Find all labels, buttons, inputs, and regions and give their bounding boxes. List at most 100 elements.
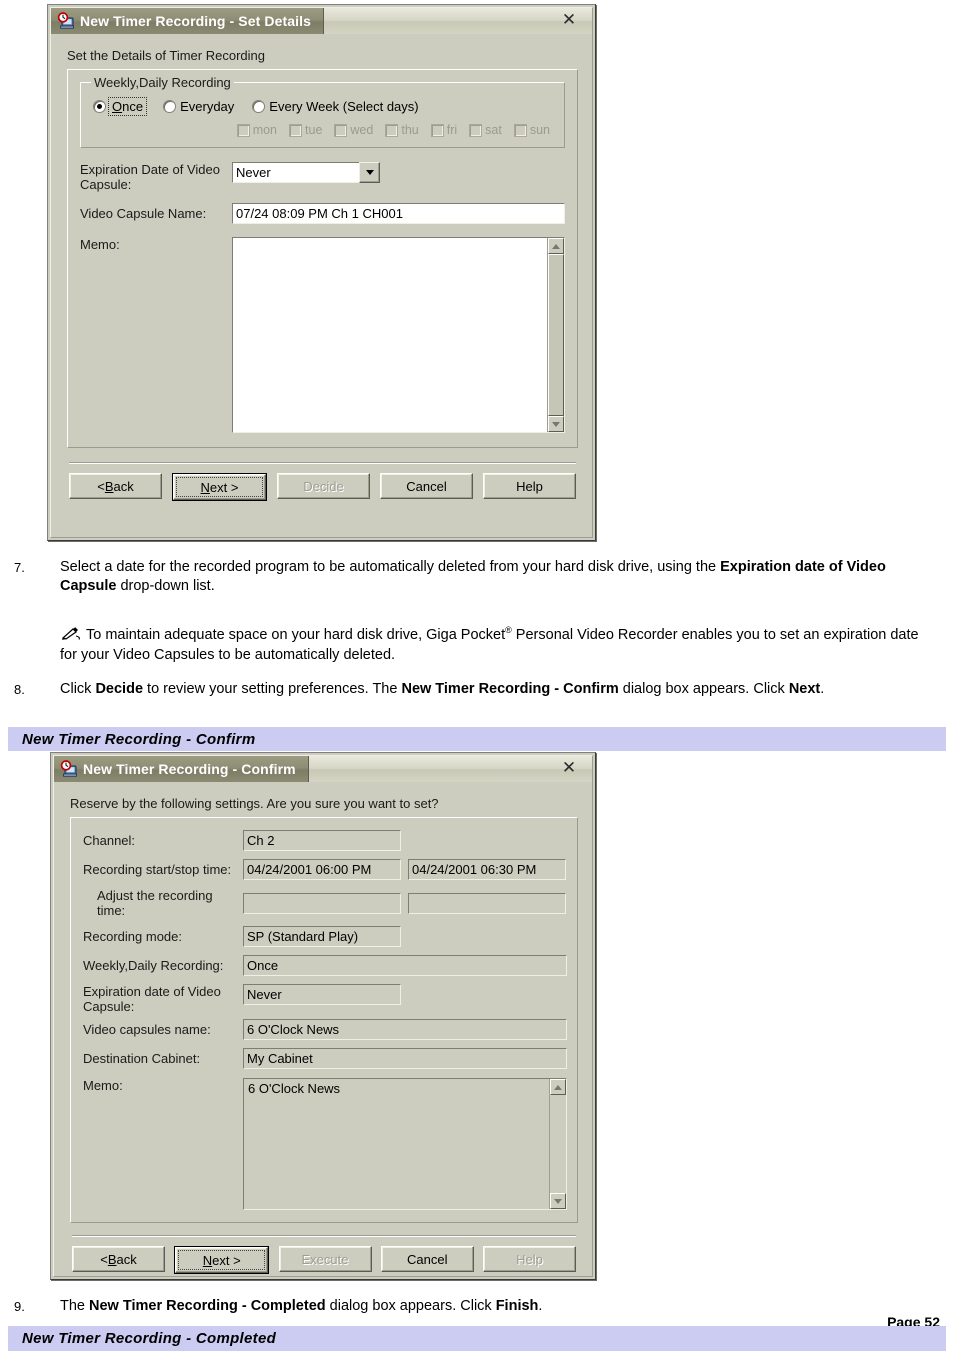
- scroll-down-icon[interactable]: [550, 1193, 566, 1209]
- note-block: To maintain adequate space on your hard …: [14, 620, 929, 665]
- next-button[interactable]: Next >: [175, 1247, 269, 1273]
- cancel-button[interactable]: Cancel: [380, 1246, 474, 1272]
- row-start-value: 04/24/2001 06:00 PM: [243, 859, 401, 880]
- row-capsules-name: Video capsules name: 6 O'Clock News: [83, 1019, 567, 1040]
- radio-every-week-label[interactable]: Every Week (Select days): [269, 99, 418, 114]
- dialog-confirm[interactable]: New Timer Recording - Confirm ✕ Reserve …: [50, 752, 596, 1280]
- step-8: 8. Click Decide to review your setting p…: [14, 680, 914, 699]
- timer-recorder-icon: [60, 760, 78, 778]
- next-button[interactable]: Next >: [173, 474, 266, 500]
- step-7-text: Select a date for the recorded program t…: [60, 559, 886, 594]
- section-bar-completed-label: New Timer Recording - Completed: [22, 1330, 277, 1347]
- memo-scrollbar[interactable]: [547, 238, 564, 432]
- titlebar-filler: [324, 8, 592, 34]
- dialog-set-details[interactable]: New Timer Recording - Set Details ✕ Set …: [47, 4, 596, 541]
- checkbox-fri[interactable]: [430, 123, 444, 137]
- titlebar-active-segment: New Timer Recording - Confirm: [54, 756, 309, 782]
- memo-scrollbar[interactable]: [549, 1079, 566, 1209]
- scrollbar-track[interactable]: [550, 1095, 566, 1193]
- row-channel: Channel: Ch 2: [83, 830, 567, 851]
- expiration-combo[interactable]: Never: [232, 162, 380, 183]
- memo-text[interactable]: 6 O'Clock News: [244, 1079, 549, 1209]
- memo-label: Memo:: [80, 237, 120, 252]
- row-destination-cabinet: Destination Cabinet: My Cabinet: [83, 1048, 567, 1069]
- execute-button[interactable]: Execute: [278, 1246, 372, 1272]
- row-recording-mode-label: Recording mode:: [83, 929, 182, 944]
- recurrence-radio-group: Once Everyday Every Week (Select days): [93, 97, 554, 116]
- checkbox-tue[interactable]: [289, 123, 303, 137]
- help-button[interactable]: Help: [483, 473, 576, 499]
- step-9-number: 9.: [14, 1299, 25, 1314]
- checkbox-wed[interactable]: [334, 123, 348, 137]
- row-adjust-time-label: Adjust the recording time:: [97, 888, 213, 918]
- row-capsules-name-value: 6 O'Clock News: [243, 1019, 567, 1040]
- memo-textarea[interactable]: [232, 237, 565, 433]
- checkbox-wed-label: wed: [350, 123, 374, 137]
- checkbox-sat-label: sat: [485, 123, 502, 137]
- radio-everyday-label[interactable]: Everyday: [180, 99, 234, 114]
- section-bar-completed: New Timer Recording - Completed: [8, 1326, 946, 1351]
- timer-recorder-icon: [57, 12, 75, 30]
- confirm-summary-group: Channel: Ch 2 Recording start/stop time:…: [70, 817, 578, 1223]
- row-destination-cabinet-label: Destination Cabinet:: [83, 1051, 201, 1066]
- memo-textarea[interactable]: 6 O'Clock News: [243, 1078, 567, 1210]
- chevron-down-icon[interactable]: [359, 162, 380, 183]
- checkbox-mon-label: mon: [252, 123, 278, 137]
- row-weekly-daily-value: Once: [243, 955, 567, 976]
- capsule-name-input[interactable]: 07/24 08:09 PM Ch 1 CH001: [232, 203, 565, 224]
- row-expiration-label: Expiration date of Video Capsule:: [83, 984, 221, 1014]
- step-7: 7. Select a date for the recorded progra…: [14, 558, 914, 596]
- scroll-up-icon[interactable]: [548, 238, 564, 254]
- dialog-caption: Reserve by the following settings. Are y…: [70, 796, 439, 811]
- row-start-stop: Recording start/stop time: 04/24/2001 06…: [83, 859, 567, 880]
- close-icon[interactable]: ✕: [560, 11, 578, 29]
- dialog-body: Set the Details of Timer Recording Weekl…: [51, 34, 592, 501]
- row-destination-cabinet-value: My Cabinet: [243, 1048, 567, 1069]
- capsule-name-label: Video Capsule Name:: [80, 206, 207, 221]
- decide-button[interactable]: Decide: [277, 473, 370, 499]
- back-button[interactable]: < Back: [69, 473, 162, 499]
- dialog-caption: Set the Details of Timer Recording: [67, 48, 265, 63]
- checkbox-mon[interactable]: [236, 123, 250, 137]
- radio-everyday[interactable]: [163, 100, 177, 113]
- checkbox-sat[interactable]: [469, 123, 483, 137]
- scroll-down-icon[interactable]: [548, 416, 564, 432]
- weekly-daily-legend: Weekly,Daily Recording: [91, 75, 234, 90]
- scroll-up-icon[interactable]: [550, 1079, 566, 1095]
- row-stop-value: 04/24/2001 06:30 PM: [408, 859, 566, 880]
- row-start-stop-label: Recording start/stop time:: [83, 862, 232, 877]
- back-button[interactable]: < Back: [72, 1246, 165, 1272]
- row-adjust-start-value: [243, 892, 401, 914]
- radio-once-label[interactable]: Once: [107, 97, 148, 116]
- section-bar-confirm-label: New Timer Recording - Confirm: [22, 730, 256, 748]
- step-7-number: 7.: [14, 560, 25, 575]
- memo-text[interactable]: [233, 238, 547, 432]
- titlebar-active-segment: New Timer Recording - Set Details: [51, 8, 324, 34]
- weekly-daily-group: Weekly,Daily Recording Once Everyday Eve…: [80, 75, 565, 148]
- close-icon[interactable]: ✕: [560, 759, 578, 777]
- row-weekly-daily: Weekly,Daily Recording: Once: [83, 955, 567, 976]
- capsule-name-row: Video Capsule Name: 07/24 08:09 PM Ch 1 …: [80, 203, 565, 224]
- help-button[interactable]: Help: [483, 1246, 576, 1272]
- row-expiration: Expiration date of Video Capsule: Never: [83, 984, 567, 1014]
- titlebar-set-details[interactable]: New Timer Recording - Set Details ✕: [51, 8, 592, 34]
- checkbox-sun-label: sun: [529, 123, 550, 137]
- row-adjust-stop-value: [408, 892, 566, 914]
- scrollbar-thumb[interactable]: [548, 254, 564, 416]
- radio-once[interactable]: [93, 100, 106, 113]
- row-channel-value: Ch 2: [243, 830, 401, 851]
- dialog-inner: New Timer Recording - Confirm ✕ Reserve …: [53, 755, 593, 1277]
- weekday-checkbox-row: mon tue wed thu fri sat sun: [93, 123, 554, 137]
- row-recording-mode: Recording mode: SP (Standard Play): [83, 926, 567, 947]
- checkbox-sun[interactable]: [513, 123, 527, 137]
- checkbox-thu[interactable]: [385, 123, 399, 137]
- row-weekly-daily-label: Weekly,Daily Recording:: [83, 958, 224, 973]
- row-recording-mode-value: SP (Standard Play): [243, 926, 401, 947]
- radio-every-week[interactable]: [252, 100, 266, 113]
- expiration-value[interactable]: Never: [232, 162, 359, 183]
- cancel-button[interactable]: Cancel: [380, 473, 473, 499]
- dialog-title: New Timer Recording - Set Details: [80, 13, 311, 29]
- dialog2-button-row: < Back Next > Execute Cancel Help: [70, 1237, 578, 1274]
- titlebar-confirm[interactable]: New Timer Recording - Confirm ✕: [54, 756, 592, 782]
- row-expiration-value: Never: [243, 984, 401, 1005]
